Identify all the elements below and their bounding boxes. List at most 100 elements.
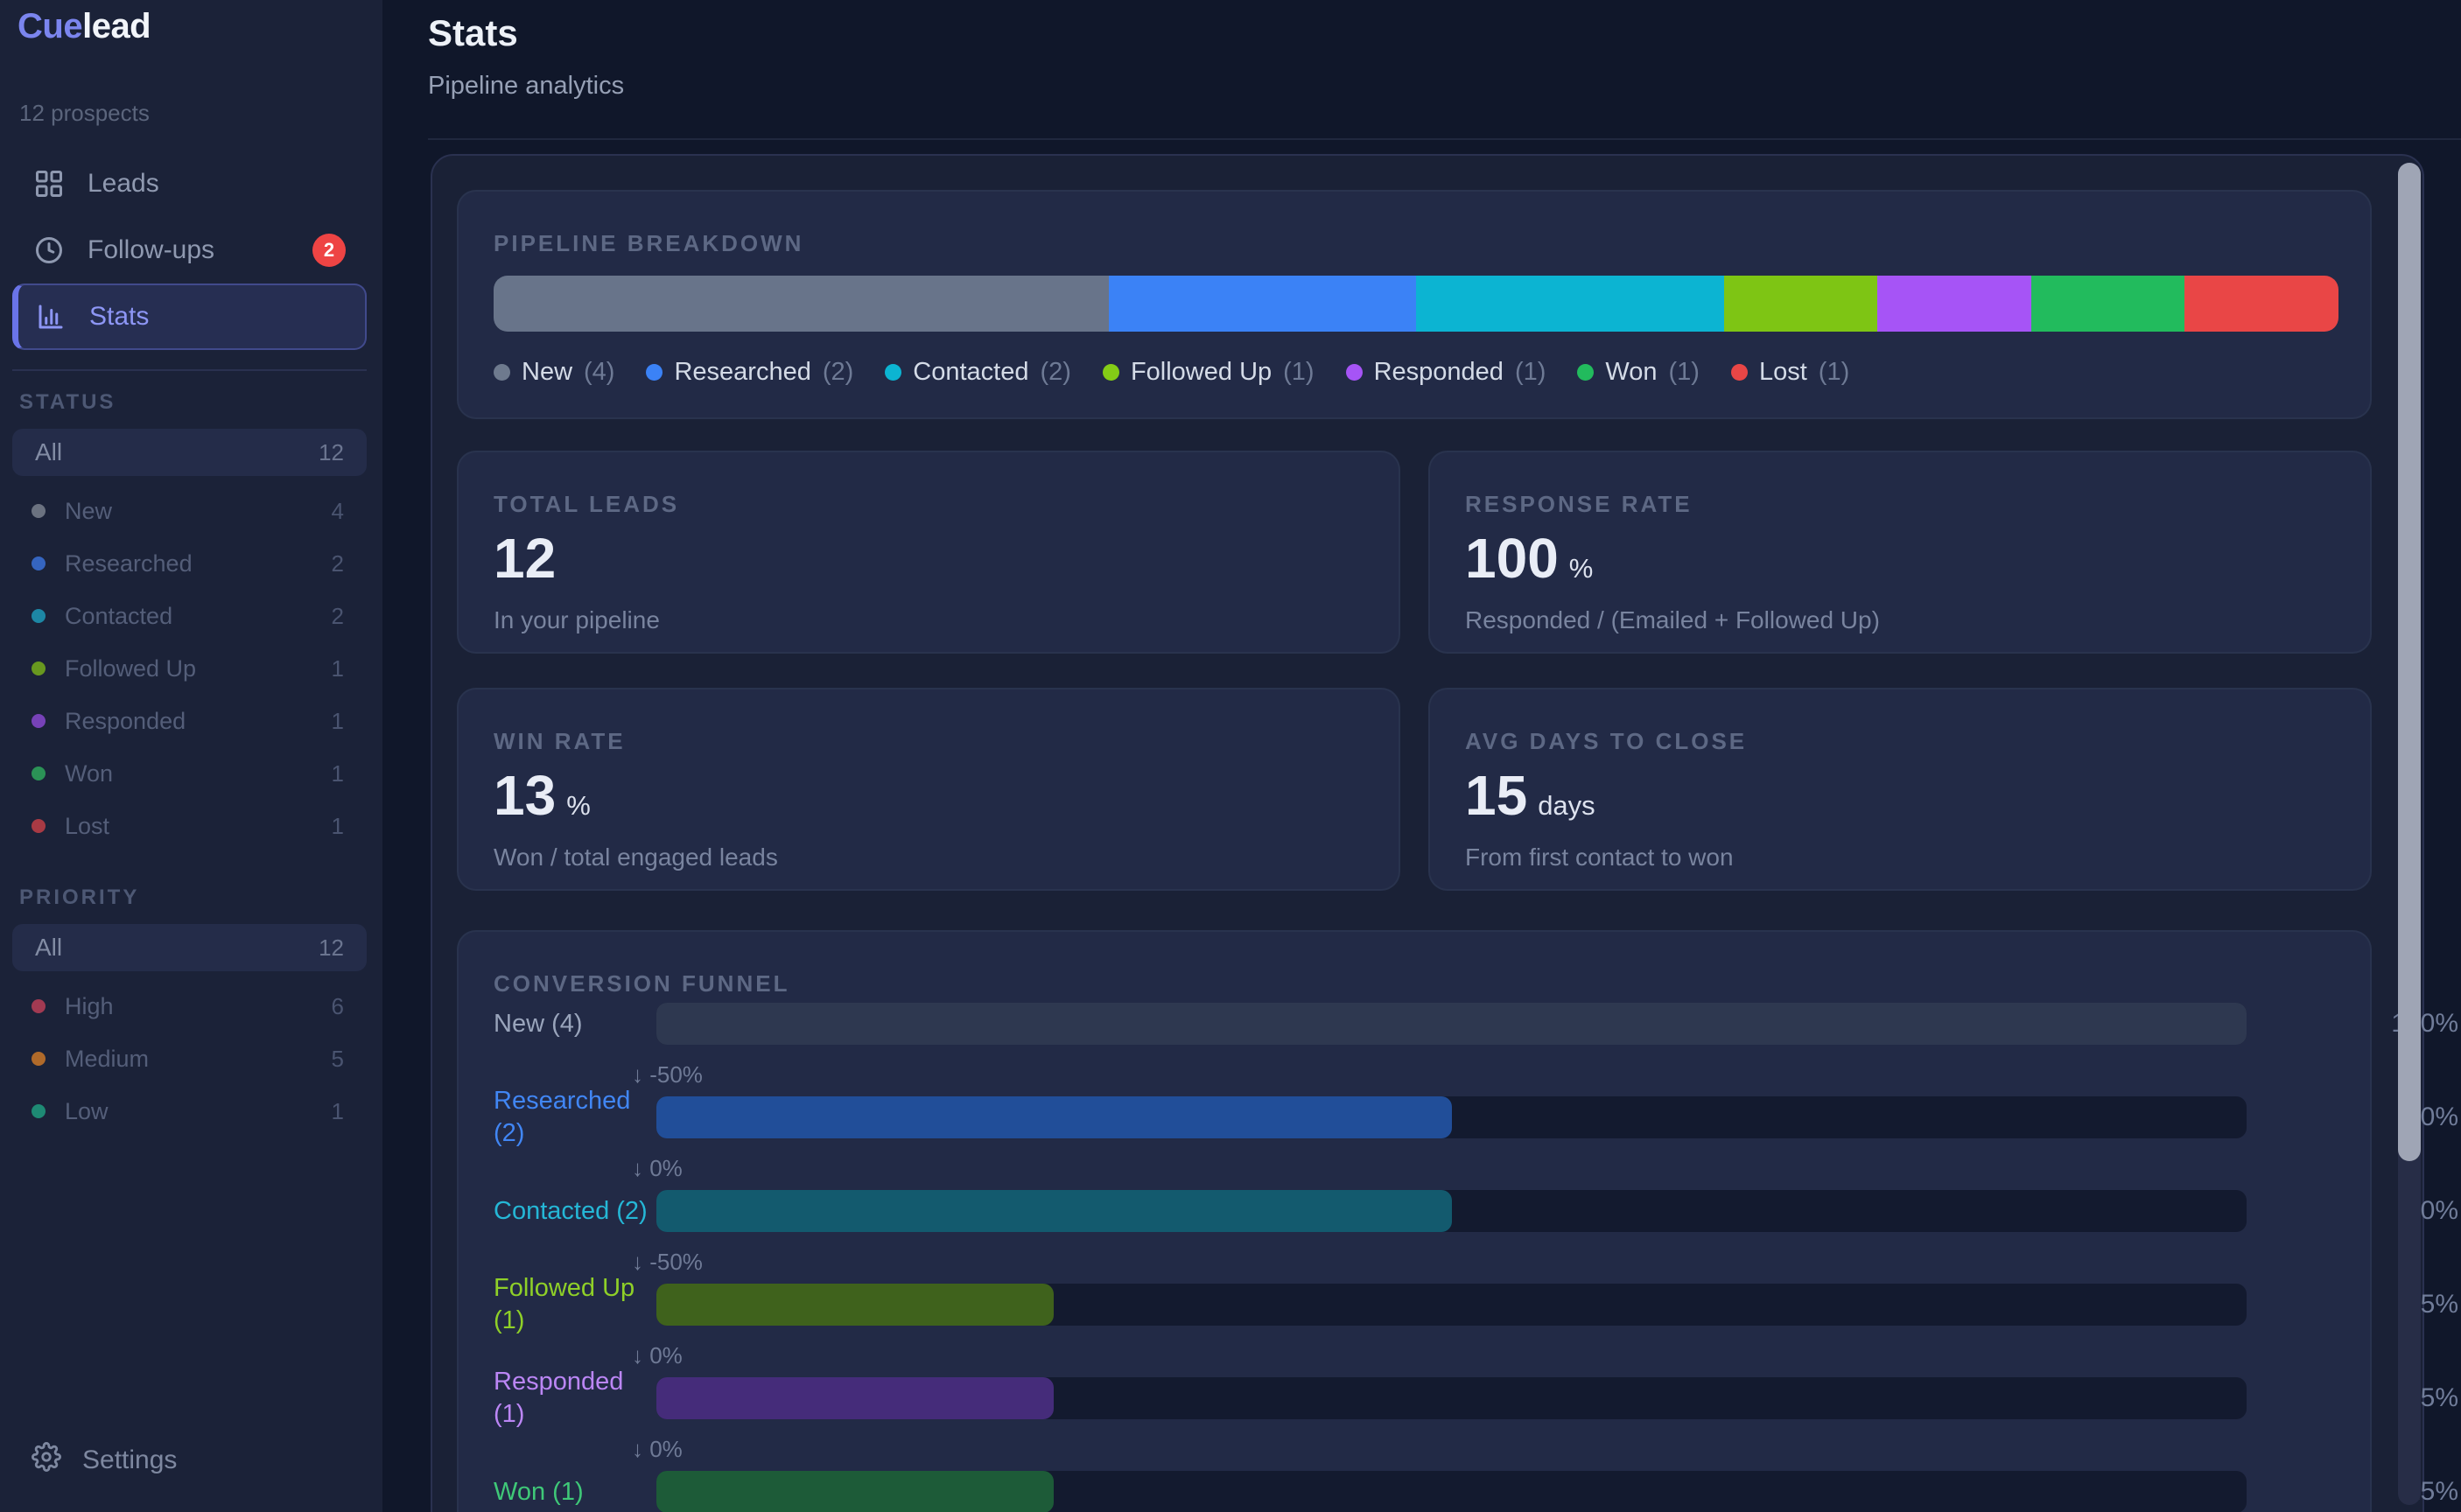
pipeline-segment-contacted [1416,276,1723,332]
stat-value: 13 [494,763,556,828]
lost-dot-icon [1731,364,1748,381]
filter-count: 6 [332,993,344,1020]
stat-value-row: 12 [494,526,556,591]
pipeline-segment-followed-up [1724,276,1878,332]
legend-item-won: Won(1) [1577,358,1700,387]
stat-value-suffix: days [1538,790,1595,822]
status-filter-won[interactable]: Won 1 [12,747,367,800]
priority-filter-high[interactable]: High6 [12,980,367,1032]
new-dot-icon [32,504,46,518]
legend-label: Researched [674,358,810,387]
legend-label: Contacted [913,358,1028,387]
lost-dot-icon [32,819,46,833]
funnel-percent-label: 25% [2257,1290,2458,1320]
responded-dot-icon [32,714,46,728]
funnel-label-won-1: Won (1) [494,1448,656,1512]
filter-count: 1 [332,708,344,735]
pipeline-segment-new [494,276,1109,332]
filter-label: Medium [65,1046,149,1073]
stat-title: AVG DAYS TO CLOSE [1465,728,1747,755]
filter-count: 1 [332,813,344,840]
stat-value-row: 15 days [1465,763,1595,828]
page-title: Stats [428,12,518,54]
legend-count: (1) [1819,358,1849,387]
priority-filter-section: PRIORITY All 12 High6Medium5Low1 [12,886,367,1138]
settings-label: Settings [82,1446,177,1475]
filter-label: Won [65,760,113,788]
status-filter-new[interactable]: New4 [12,485,367,537]
filter-label: Contacted [65,603,172,630]
priority-filter-all[interactable]: All 12 [12,924,367,971]
legend-label: New [522,358,572,387]
funnel-bar-researched-2 [656,1096,2247,1138]
priority-filter-medium[interactable]: Medium5 [12,1032,367,1085]
responded-dot-icon [1346,364,1363,381]
nav-label: Follow-ups [88,235,214,265]
status-filter-all[interactable]: All 12 [12,429,367,476]
stat-value: 12 [494,526,556,591]
stat-value-suffix: % [566,790,591,822]
stat-title: TOTAL LEADS [494,491,679,518]
priority-section-title: PRIORITY [19,886,367,910]
pipeline-segment-lost [2184,276,2338,332]
funnel-bar-fill [656,1471,1054,1512]
funnel-percent-label: 50% [2257,1196,2458,1226]
nav-label: Leads [88,169,159,199]
funnel-percent-label: 100% [2257,1009,2458,1039]
funnel-label-contacted-2: Contacted (2) [494,1167,656,1255]
priority-filter-low[interactable]: Low1 [12,1085,367,1138]
stat-subtitle: Won / total engaged leads [494,844,778,872]
status-section-title: STATUS [19,390,367,415]
stat-title: WIN RATE [494,728,626,755]
funnel-bar-responded-1 [656,1377,2247,1419]
logo-prefix: Cue [18,7,82,46]
filter-label: All [35,934,62,962]
sidebar-item-follow-ups[interactable]: Follow-ups 2 [12,217,367,284]
filter-count: 12 [319,439,344,466]
filter-label: All [35,438,62,466]
status-filter-followed-up[interactable]: Followed Up1 [12,642,367,695]
app-root: Cuelead 12 prospects LeadsFollow-ups2Sta… [0,0,2461,1512]
filter-count: 2 [332,550,344,578]
sidebar-item-leads[interactable]: Leads [12,150,367,217]
filter-count: 12 [319,934,344,962]
status-filter-responded[interactable]: Responded 1 [12,695,367,747]
pipeline-legend: New(4)Researched(2)Contacted(2)Followed … [494,358,1849,387]
scrollbar-thumb[interactable] [2398,163,2421,1161]
stat-value-row: 13% [494,763,591,828]
funnel-bar-followed-up-1 [656,1284,2247,1326]
status-filter-lost[interactable]: Lost1 [12,800,367,852]
filter-label: Responded [65,708,186,735]
stat-value-row: 100% [1465,526,1593,591]
funnel-label-responded-1: Responded (1) [494,1354,656,1442]
settings-button[interactable]: Settings [32,1442,177,1479]
sidebar-divider [12,369,367,371]
header-divider [428,138,2461,140]
sidebar: Cuelead 12 prospects LeadsFollow-ups2Sta… [0,0,382,1512]
status-filter-researched[interactable]: Researched2 [12,537,367,590]
app-logo: Cuelead [18,7,151,46]
funnel-label-researched-2: Researched (2) [494,1074,656,1161]
funnel-bar-fill [656,1096,1452,1138]
low-dot-icon [32,1104,46,1118]
high-dot-icon [32,999,46,1013]
stat-subtitle: In your pipeline [494,606,660,634]
legend-label: Followed Up [1131,358,1272,387]
stat-card-avg-days-to-close: AVG DAYS TO CLOSE15daysFrom first contac… [1428,688,2372,891]
status-filter-contacted[interactable]: Contacted2 [12,590,367,642]
legend-count: (1) [1515,358,1546,387]
filter-label: Followed Up [65,655,196,682]
filter-count: 1 [332,760,344,788]
grid-icon [33,168,65,200]
stat-title: RESPONSE RATE [1465,491,1693,518]
followed-up-dot-icon [1103,364,1119,381]
legend-item-new: New(4) [494,358,614,387]
legend-label: Lost [1759,358,1807,387]
filter-count: 4 [332,498,344,525]
won-dot-icon [1577,364,1594,381]
legend-label: Responded [1374,358,1504,387]
notification-badge: 2 [312,234,346,267]
stat-value: 15 [1465,763,1527,828]
funnel-bar-new-4 [656,1003,2247,1045]
sidebar-item-stats[interactable]: Stats [12,284,367,350]
